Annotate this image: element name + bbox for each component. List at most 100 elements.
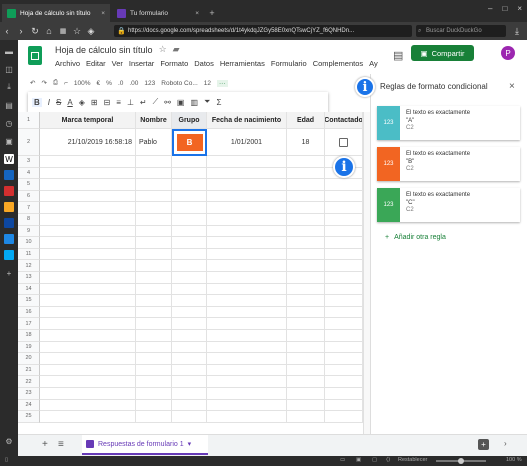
spreadsheet-grid[interactable]: Marca temporal Nombre Grupo Fecha de nac… <box>18 112 363 434</box>
empty-cell[interactable] <box>40 353 136 365</box>
empty-cell[interactable] <box>325 260 363 272</box>
empty-cell[interactable] <box>40 156 136 168</box>
menu-item[interactable]: Datos <box>194 59 214 68</box>
row-header[interactable]: 23 <box>18 388 40 400</box>
screenshot-icon[interactable]: ▭ <box>340 457 345 463</box>
mail-icon[interactable] <box>4 186 14 196</box>
empty-cell[interactable] <box>40 376 136 388</box>
empty-cell[interactable] <box>207 225 287 238</box>
empty-cell[interactable] <box>136 272 172 284</box>
empty-cell[interactable] <box>40 388 136 400</box>
align-horizontal-icon[interactable]: ≡ <box>116 98 121 107</box>
tab-spreadsheet[interactable]: Hoja de cálculo sin título × <box>2 4 110 22</box>
more-button[interactable]: ··· <box>217 79 228 87</box>
empty-cell[interactable] <box>325 272 363 284</box>
rotate-text-icon[interactable]: ⟋ <box>153 97 159 107</box>
empty-cell[interactable] <box>207 202 287 214</box>
tiling-icon[interactable]: ▣ <box>356 457 361 463</box>
empty-cell[interactable] <box>136 156 172 168</box>
paint-format-icon[interactable]: ⌐ <box>64 80 68 87</box>
doc-title[interactable]: Hoja de cálculo sin título <box>55 45 153 55</box>
empty-cell[interactable] <box>325 376 363 388</box>
empty-cell[interactable] <box>40 167 136 180</box>
empty-cell[interactable] <box>172 283 207 296</box>
empty-cell[interactable] <box>207 237 287 249</box>
empty-cell[interactable] <box>40 202 136 214</box>
empty-cell[interactable] <box>136 237 172 249</box>
empty-cell[interactable] <box>172 306 207 319</box>
empty-cell[interactable] <box>40 272 136 284</box>
currency-button[interactable]: € <box>97 80 101 87</box>
empty-cell[interactable] <box>172 364 207 377</box>
empty-cell[interactable] <box>325 330 363 342</box>
header-cell[interactable]: Edad <box>287 112 325 129</box>
maximize-icon[interactable]: □ <box>502 4 507 18</box>
search-input[interactable]: ⌕ Buscar DuckDuckGo <box>416 25 506 37</box>
cell-timestamp[interactable]: 21/10/2019 16:58:18 <box>40 129 136 156</box>
empty-cell[interactable] <box>40 341 136 354</box>
empty-cell[interactable] <box>207 214 287 226</box>
empty-cell[interactable] <box>287 214 325 226</box>
empty-cell[interactable] <box>207 411 287 423</box>
empty-cell[interactable] <box>325 353 363 365</box>
empty-cell[interactable] <box>325 411 363 423</box>
empty-cell[interactable] <box>40 283 136 296</box>
explore-icon[interactable]: + <box>478 439 489 450</box>
menu-item[interactable]: Ay <box>369 59 378 68</box>
folder-icon[interactable]: ▰ <box>173 44 180 55</box>
row-header[interactable]: 21 <box>18 364 40 377</box>
row-header[interactable]: 22 <box>18 376 40 388</box>
star-icon[interactable]: ☆ <box>159 44 167 55</box>
add-panel-icon[interactable]: + <box>4 268 14 278</box>
empty-cell[interactable] <box>136 399 172 412</box>
empty-cell[interactable] <box>325 237 363 249</box>
empty-cell[interactable] <box>172 388 207 400</box>
empty-cell[interactable] <box>136 295 172 307</box>
sheet-tab-active[interactable]: Respuestas de formulario 1 ▾ <box>82 435 208 455</box>
empty-cell[interactable] <box>207 353 287 365</box>
row-header[interactable]: 1 <box>18 112 40 129</box>
empty-cell[interactable] <box>172 190 207 203</box>
empty-cell[interactable] <box>287 179 325 191</box>
empty-cell[interactable] <box>287 202 325 214</box>
empty-cell[interactable] <box>40 399 136 412</box>
borders-icon[interactable]: ⊞ <box>91 98 98 107</box>
row-header[interactable]: 7 <box>18 202 40 214</box>
dropdown-icon[interactable]: ▾ <box>188 440 192 448</box>
print-icon[interactable]: ⎙ <box>53 79 58 87</box>
row-header[interactable]: 16 <box>18 306 40 319</box>
empty-cell[interactable] <box>172 318 207 330</box>
merge-cells-icon[interactable]: ⊟ <box>104 98 111 107</box>
empty-cell[interactable] <box>172 411 207 423</box>
empty-cell[interactable] <box>207 364 287 377</box>
empty-cell[interactable] <box>325 214 363 226</box>
empty-cell[interactable] <box>287 283 325 296</box>
all-sheets-button[interactable]: ≡ <box>58 439 64 450</box>
fill-color-icon[interactable]: ◈ <box>79 98 85 107</box>
close-icon[interactable]: × <box>195 10 199 17</box>
row-header[interactable]: 18 <box>18 330 40 342</box>
empty-cell[interactable] <box>172 248 207 261</box>
empty-cell[interactable] <box>287 341 325 354</box>
empty-cell[interactable] <box>287 156 325 168</box>
empty-cell[interactable] <box>136 364 172 377</box>
format-rule[interactable]: 123 El texto es exactamente "B" C2 <box>377 147 520 181</box>
window-icon[interactable]: ▣ <box>4 136 14 146</box>
empty-cell[interactable] <box>136 167 172 180</box>
empty-cell[interactable] <box>325 225 363 238</box>
empty-cell[interactable] <box>40 295 136 307</box>
row-header[interactable]: 17 <box>18 318 40 330</box>
empty-cell[interactable] <box>136 179 172 191</box>
empty-cell[interactable] <box>325 283 363 296</box>
empty-cell[interactable] <box>207 376 287 388</box>
bold-button[interactable]: B <box>32 97 42 107</box>
minimize-icon[interactable]: – <box>488 4 492 18</box>
empty-cell[interactable] <box>40 411 136 423</box>
comments-icon[interactable]: ▤ <box>393 49 403 62</box>
vertical-scrollbar[interactable] <box>363 112 370 434</box>
row-header[interactable]: 6 <box>18 190 40 203</box>
zoom-select[interactable]: 100% <box>74 80 91 87</box>
empty-cell[interactable] <box>136 341 172 354</box>
share-button[interactable]: ▣ Compartir <box>411 45 474 61</box>
empty-cell[interactable] <box>207 283 287 296</box>
